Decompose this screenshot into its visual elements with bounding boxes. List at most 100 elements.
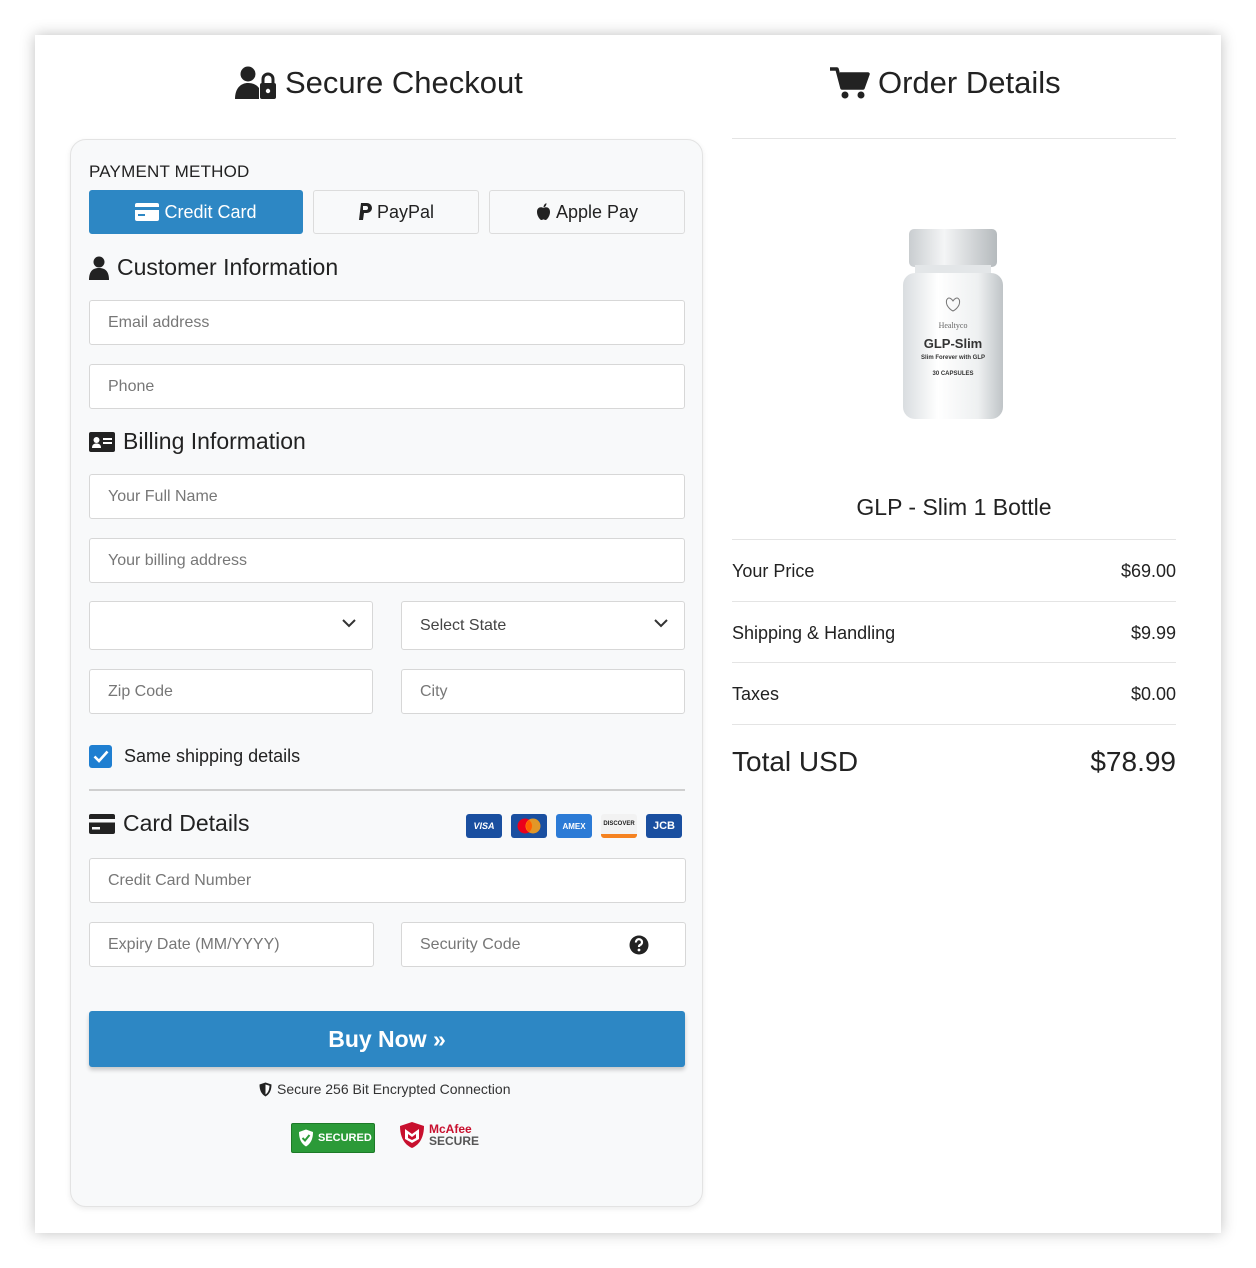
taxes-row: Taxes $0.00 [732,684,1176,705]
billing-address-input[interactable] [108,539,684,582]
state-select-value: Select State [420,616,507,634]
secure-connection-text: Secure 256 Bit Encrypted Connection [277,1081,511,1097]
paypal-icon [358,203,372,220]
mcafee-shield-icon [400,1122,424,1148]
visa-logo-text: VISA [473,821,495,831]
secure-connection-note: Secure 256 Bit Encrypted Connection [259,1081,510,1097]
amex-logo: AMEX [556,814,592,838]
bottle-label-name: GLP-Slim [923,336,983,351]
total-label: Total USD [732,746,859,777]
shipping-label: Shipping & Handling [732,623,896,643]
discover-logo-text: DISCOVER [603,821,635,827]
total-row: Total USD $78.99 [732,746,1176,778]
security-code-input[interactable] [420,923,620,966]
customer-info-title: Customer Information [117,254,339,280]
payment-method-tabs: Credit Card PayPal Apple Pay [89,190,685,234]
user-lock-icon [235,66,276,99]
billing-info-title: Billing Information [123,428,306,454]
expiry-input[interactable] [108,923,373,966]
price-value: $69.00 [1120,561,1176,581]
zip-field[interactable] [89,669,373,714]
phone-input[interactable] [108,365,684,408]
amex-logo-text: AMEX [562,821,586,831]
order-line-divider [732,601,1176,602]
bottle-label: Healtyco GLP-Slim Slim Forever with GLP … [907,321,999,377]
jcb-logo-text: JCB [652,820,675,832]
order-line-divider [732,662,1176,663]
order-details-title: Order Details [830,63,1090,103]
city-field[interactable] [401,669,685,714]
order-line-divider [732,539,1176,540]
checkmark-icon [93,750,108,763]
shipping-row: Shipping & Handling $9.99 [732,623,1176,644]
shipping-value: $9.99 [1130,623,1176,643]
id-card-icon [89,431,115,452]
bottle-label-tagline: Slim Forever with GLP [920,355,985,361]
tab-paypal-label: PayPal [376,201,435,222]
card-number-input[interactable] [108,859,685,902]
security-code-field[interactable] [401,922,686,967]
price-row: Your Price $69.00 [732,561,1176,582]
tab-credit-card-label: Credit Card [164,201,257,222]
price-label: Your Price [732,561,815,581]
chevron-down-icon [342,619,356,628]
state-select[interactable]: Select State [401,601,685,650]
checkout-title-text: Secure Checkout [285,65,523,100]
card-logos: VISA AMEX DISCOVER JCB [466,814,682,838]
mastercard-circles-icon [517,818,541,834]
email-input[interactable] [108,301,684,344]
card-number-field[interactable] [89,858,686,903]
checkout-page: Secure Checkout Order Details PAYMENT ME… [35,35,1221,1233]
taxes-value: $0.00 [1130,684,1176,704]
visa-logo: VISA [466,814,502,838]
billing-address-field[interactable] [89,538,685,583]
product-name: GLP - Slim 1 Bottle [856,494,1052,520]
buy-now-button[interactable]: Buy Now » [89,1011,685,1067]
discover-logo: DISCOVER [601,814,637,838]
country-select[interactable] [89,601,373,650]
bottle-label-brand: Healtyco [938,321,968,330]
full-name-input[interactable] [108,475,684,518]
payment-method-label: PAYMENT METHOD [89,162,250,181]
billing-info-heading: Billing Information [89,428,306,455]
cart-icon [830,67,870,99]
mcafee-secure-badge: McAfee SECURE [399,1121,479,1149]
section-divider [89,789,685,791]
mcafee-text: McAfee SECURE [429,1123,479,1147]
secured-badge-text: SECURED [318,1132,372,1144]
full-name-field[interactable] [89,474,685,519]
question-circle-icon[interactable] [629,935,649,955]
shield-check-icon [299,1129,313,1147]
card-details-title: Card Details [123,810,250,836]
chevron-down-icon [654,619,668,628]
order-header-divider [732,138,1176,139]
same-shipping-label: Same shipping details [124,746,301,766]
expiry-field[interactable] [89,922,374,967]
credit-card-icon [89,813,115,834]
order-line-divider [732,724,1176,725]
same-shipping-row[interactable]: Same shipping details [89,745,300,768]
zip-input[interactable] [108,670,372,713]
payment-form-card: PAYMENT METHOD Credit Card PayPal Apple … [70,139,703,1207]
bottle-label-count: 30 CAPSULES [932,371,974,377]
total-value: $78.99 [1090,746,1176,777]
jcb-logo: JCB [646,814,682,838]
checkout-title: Secure Checkout [235,63,539,103]
tab-apple-pay[interactable]: Apple Pay [489,190,685,234]
shield-icon [259,1082,272,1096]
tab-credit-card[interactable]: Credit Card [89,190,303,234]
credit-card-icon [135,203,160,221]
taxes-label: Taxes [732,684,780,704]
order-details-title-text: Order Details [878,65,1061,100]
email-field[interactable] [89,300,685,345]
card-details-heading: Card Details [89,810,250,837]
same-shipping-checkbox[interactable] [89,745,112,768]
mastercard-logo [511,814,547,838]
customer-info-heading: Customer Information [89,254,338,281]
user-icon [89,256,109,280]
tab-paypal[interactable]: PayPal [313,190,479,234]
trustguard-secured-badge: SECURED [291,1123,375,1153]
city-input[interactable] [420,670,684,713]
mcafee-secure-label: SECURE [429,1134,480,1148]
phone-field[interactable] [89,364,685,409]
